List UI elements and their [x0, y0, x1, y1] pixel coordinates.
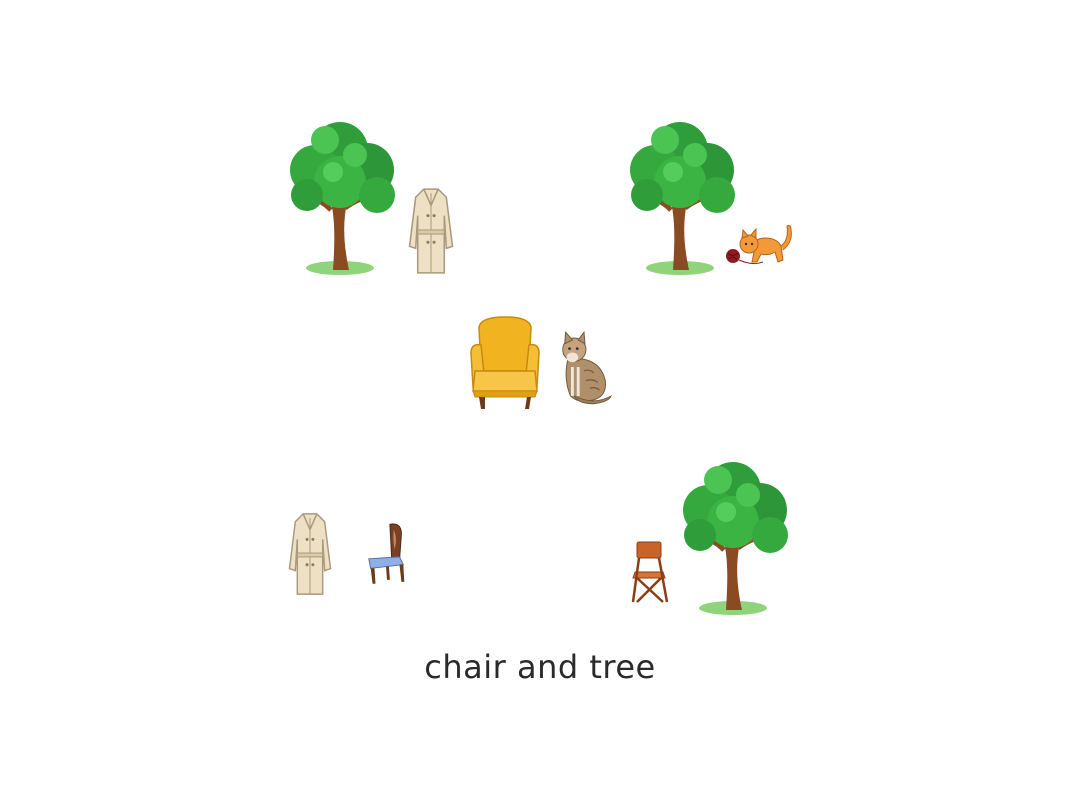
target-pair — [465, 312, 615, 417]
coat-icon — [285, 510, 335, 598]
folding-chair-icon — [625, 538, 675, 608]
cat-icon — [555, 328, 613, 406]
option-top-left[interactable] — [285, 110, 465, 280]
option-bottom-left[interactable] — [285, 510, 425, 600]
prompt-text: chair and tree — [424, 648, 656, 686]
option-bottom-right[interactable] — [620, 450, 800, 620]
game-stage: chair and tree — [0, 0, 1080, 810]
tree-icon — [678, 450, 798, 620]
cat-with-yarn-icon — [723, 220, 793, 270]
tree-icon — [285, 110, 405, 280]
armchair-icon — [465, 312, 545, 414]
option-top-right[interactable] — [625, 110, 805, 280]
coat-icon — [405, 185, 457, 277]
wooden-chair-icon — [363, 520, 411, 588]
